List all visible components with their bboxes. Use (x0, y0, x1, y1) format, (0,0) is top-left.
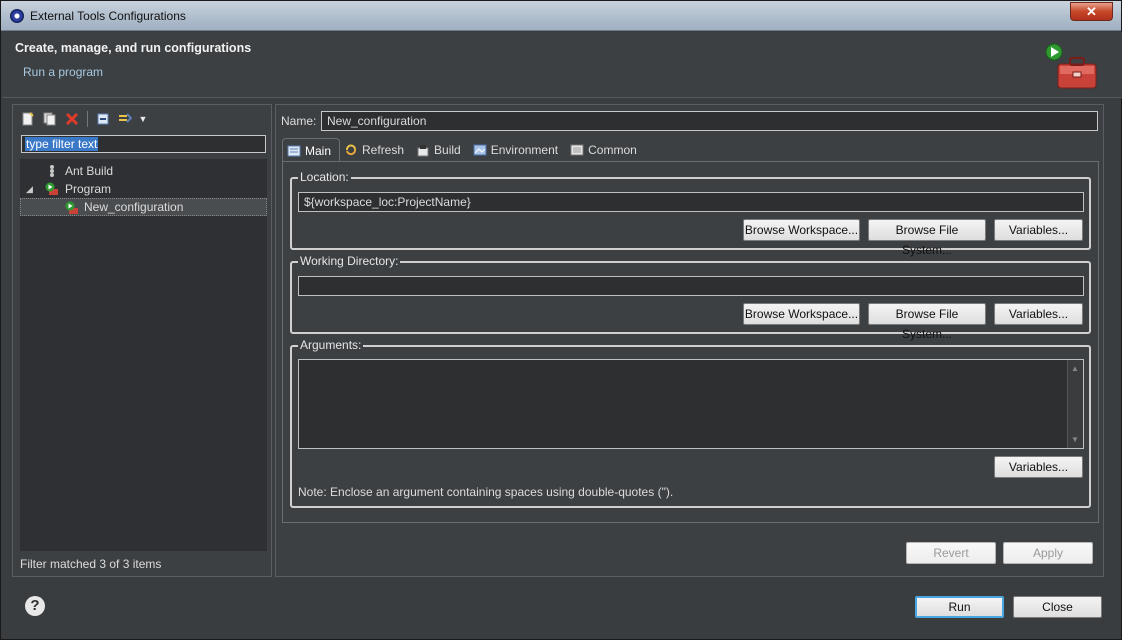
run-button[interactable]: Run (915, 596, 1004, 618)
filter-icon[interactable] (116, 110, 134, 128)
browse-file-system-button[interactable]: Browse File System... (868, 219, 986, 257)
arguments-group: Arguments: ▲ ▼ Variables... Note: Enclos… (290, 338, 1091, 508)
title-bar[interactable]: External Tools Configurations ✕ (1, 1, 1121, 31)
window-title: External Tools Configurations (30, 9, 186, 23)
configurations-panel: ▼ type filter text Ant Build ◢ Program N… (12, 104, 272, 577)
eclipse-icon (10, 9, 24, 23)
revert-button[interactable]: Revert (906, 542, 996, 564)
location-field[interactable]: ${workspace_loc:ProjectName} (298, 192, 1084, 212)
tab-main[interactable]: Main (282, 138, 341, 162)
tree-item-new-configuration[interactable]: New_configuration (20, 198, 267, 216)
main-tab-content: Location: ${workspace_loc:ProjectName} B… (282, 161, 1099, 523)
browse-workspace-button[interactable]: Browse Workspace... (743, 219, 860, 241)
expand-arrow-icon[interactable]: ◢ (26, 180, 33, 198)
help-icon[interactable]: ? (25, 596, 45, 616)
config-toolbar: ▼ (19, 109, 148, 129)
dialog-header: Create, manage, and run configurations R… (2, 32, 1122, 98)
tree-item-ant-build[interactable]: Ant Build (20, 162, 267, 180)
tab-environment[interactable]: Environment (469, 138, 566, 162)
delete-icon[interactable] (63, 110, 81, 128)
tab-label: Refresh (362, 143, 405, 157)
tree-item-label: New_configuration (84, 200, 184, 214)
tab-build[interactable]: Build (412, 138, 469, 162)
program-config-icon (65, 201, 78, 214)
toolbar-separator (87, 111, 88, 127)
program-icon (45, 182, 58, 195)
tab-label: Environment (490, 143, 559, 157)
chevron-down-icon[interactable]: ▼ (138, 110, 148, 128)
tab-label: Main (305, 143, 332, 158)
arguments-note: Note: Enclose an argument containing spa… (298, 485, 674, 499)
ant-icon (50, 165, 54, 177)
window-close-button[interactable]: ✕ (1070, 2, 1113, 21)
config-tabs: Main Refresh Build Environment Common (282, 138, 645, 162)
filter-status: Filter matched 3 of 3 items (20, 557, 162, 571)
close-button[interactable]: Close (1013, 596, 1102, 618)
header-title: Create, manage, and run configurations (15, 41, 252, 55)
build-icon (417, 145, 429, 157)
new-config-icon[interactable] (19, 110, 37, 128)
arguments-textarea[interactable]: ▲ ▼ (298, 359, 1084, 449)
tree-item-label: Ant Build (65, 164, 114, 178)
external-tools-dialog: External Tools Configurations ✕ Create, … (0, 0, 1122, 640)
location-label: Location: (298, 170, 351, 184)
duplicate-icon[interactable] (41, 110, 59, 128)
refresh-icon (346, 144, 357, 156)
filter-input[interactable]: type filter text (21, 135, 266, 153)
filter-text: type filter text (25, 137, 99, 151)
browse-file-system-button[interactable]: Browse File System... (868, 303, 986, 341)
arguments-variables-button[interactable]: Variables... (994, 456, 1083, 478)
header-subtitle: Run a program (23, 65, 104, 79)
variables-button[interactable]: Variables... (994, 219, 1083, 241)
tab-label: Common (588, 143, 637, 157)
name-label: Name: (281, 114, 317, 128)
browse-workspace-button[interactable]: Browse Workspace... (743, 303, 860, 325)
main-tab-icon (287, 145, 301, 156)
working-directory-label: Working Directory: (298, 254, 401, 268)
scroll-up-icon[interactable]: ▲ (1071, 364, 1079, 373)
collapse-all-icon[interactable] (94, 110, 112, 128)
configuration-editor: Name: New_configuration Main Refresh Bui… (275, 104, 1104, 577)
tree-item-program[interactable]: ◢ Program (20, 180, 267, 198)
arguments-label: Arguments: (298, 338, 364, 352)
common-icon (570, 144, 584, 156)
tab-label: Build (434, 143, 461, 157)
working-directory-group: Working Directory: Browse Workspace... B… (290, 254, 1091, 341)
environment-icon (473, 144, 487, 156)
working-directory-field[interactable] (298, 276, 1084, 296)
location-group: Location: ${workspace_loc:ProjectName} B… (290, 170, 1091, 257)
tree-item-label: Program (65, 182, 112, 196)
apply-button[interactable]: Apply (1003, 542, 1093, 564)
config-tree: Ant Build ◢ Program New_configuration (20, 159, 267, 551)
arguments-scrollbar[interactable]: ▲ ▼ (1067, 360, 1083, 448)
scroll-down-icon[interactable]: ▼ (1071, 435, 1079, 444)
name-field[interactable]: New_configuration (321, 111, 1098, 131)
tab-common[interactable]: Common (566, 138, 645, 162)
toolbox-run-icon (1045, 43, 1097, 89)
tab-refresh[interactable]: Refresh (340, 138, 412, 162)
variables-button[interactable]: Variables... (994, 303, 1083, 325)
